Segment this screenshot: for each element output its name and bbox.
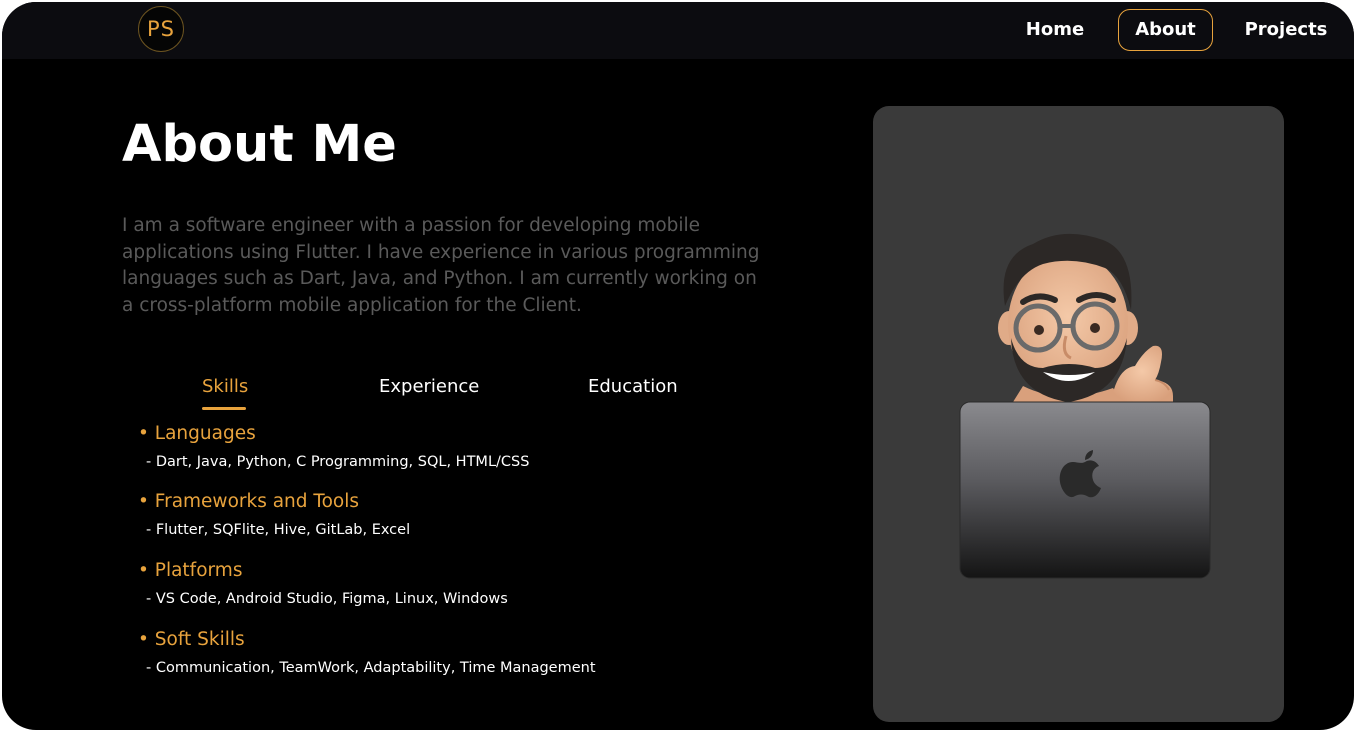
- app-window: PS Home About Projects About Me I am a s…: [2, 2, 1354, 730]
- skill-heading: • Languages: [138, 423, 256, 444]
- logo[interactable]: PS: [138, 6, 184, 52]
- nav-link-home[interactable]: Home: [1010, 9, 1100, 51]
- active-tab-indicator: [202, 407, 246, 410]
- tab-education[interactable]: Education: [588, 372, 678, 402]
- skill-items: - VS Code, Android Studio, Figma, Linux,…: [146, 591, 508, 607]
- skill-items: - Communication, TeamWork, Adaptability,…: [146, 660, 596, 676]
- nav-link-about[interactable]: About: [1118, 9, 1213, 51]
- tab-experience[interactable]: Experience: [379, 372, 479, 402]
- tab-skills[interactable]: Skills: [202, 372, 248, 402]
- nav-link-projects[interactable]: Projects: [1236, 9, 1336, 51]
- skill-group-frameworks: • Frameworks and Tools - Flutter, SQFlit…: [138, 489, 410, 540]
- memoji-avatar-illustration: [959, 233, 1211, 579]
- skill-heading: • Platforms: [138, 560, 243, 581]
- skill-items: - Dart, Java, Python, C Programming, SQL…: [146, 454, 530, 470]
- avatar-card: [873, 106, 1284, 722]
- skill-heading: • Frameworks and Tools: [138, 491, 359, 512]
- skill-group-platforms: • Platforms - VS Code, Android Studio, F…: [138, 558, 508, 609]
- skill-items: - Flutter, SQFlite, Hive, GitLab, Excel: [146, 522, 411, 538]
- navbar: PS Home About Projects: [2, 2, 1354, 59]
- skill-heading: • Soft Skills: [138, 629, 245, 650]
- about-description: I am a software engineer with a passion …: [122, 215, 760, 316]
- page-title: About Me: [122, 115, 397, 174]
- skill-group-soft-skills: • Soft Skills - Communication, TeamWork,…: [138, 627, 596, 678]
- skill-group-languages: • Languages - Dart, Java, Python, C Prog…: [138, 421, 529, 472]
